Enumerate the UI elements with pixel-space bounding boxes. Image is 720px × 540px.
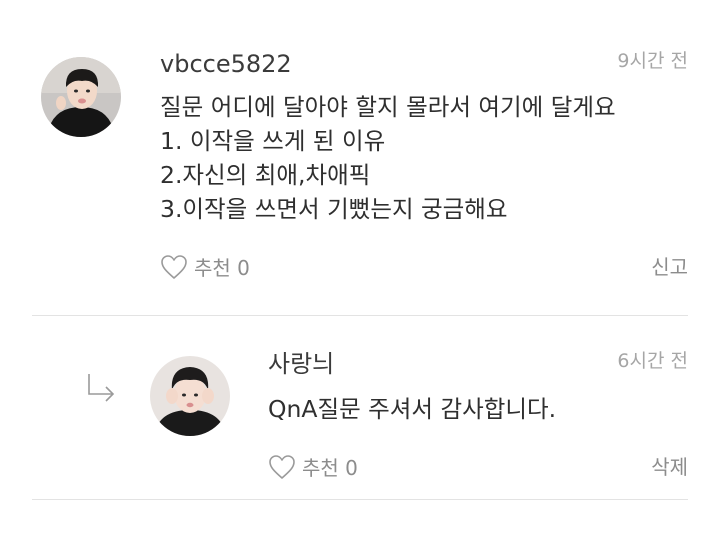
reply-body: QnA질문 주셔서 감사합니다. [268, 395, 557, 423]
comment-timestamp: 9시간 전 [617, 50, 688, 72]
comment-line: 2.자신의 최애,차애픽 [160, 161, 371, 189]
profile-photo [41, 57, 121, 137]
heart-icon [269, 454, 295, 479]
reply-username[interactable]: 사랑늬 [268, 352, 334, 376]
heart-icon [161, 254, 187, 279]
reply-like-count: 추천 0 [302, 456, 358, 480]
comment-line: 1. 이작을 쓰게 된 이유 [160, 127, 386, 155]
comment-body: 질문 어디에 달아야 할지 몰라서 여기에 달게요 1. 이작을 쓰게 된 이유… [160, 90, 616, 226]
comment-line: 3.이작을 쓰면서 기뻤는지 궁금해요 [160, 195, 508, 223]
delete-button[interactable]: 삭제 [651, 457, 688, 477]
comment-like-count: 추천 0 [194, 256, 250, 280]
reply-timestamp: 6시간 전 [617, 350, 688, 372]
profile-photo [150, 356, 230, 436]
comment-avatar[interactable] [41, 57, 121, 137]
reply-avatar[interactable] [150, 356, 230, 436]
comment-line: 질문 어디에 달아야 할지 몰라서 여기에 달게요 [160, 93, 616, 121]
divider [32, 499, 688, 500]
comment-username[interactable]: vbcce5822 [160, 52, 292, 76]
divider [32, 315, 688, 316]
report-button[interactable]: 신고 [651, 257, 688, 277]
comment-like-button[interactable]: 추천 0 [160, 252, 250, 281]
reply-like-button[interactable]: 추천 0 [268, 452, 358, 481]
reply-arrow-icon [88, 374, 115, 402]
